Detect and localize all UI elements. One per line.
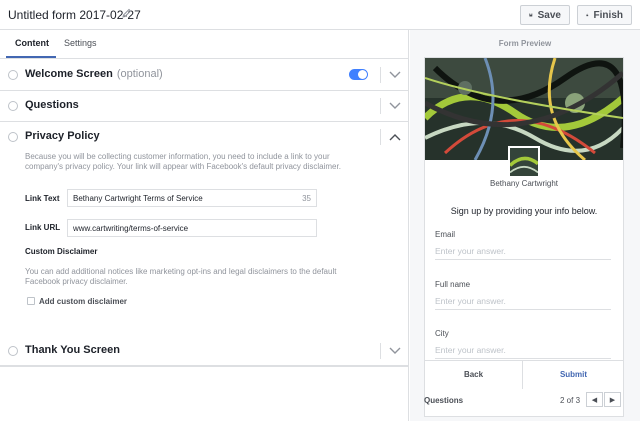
preview-title: Form Preview — [498, 39, 552, 48]
active-tab-indicator — [6, 56, 56, 58]
preview-footer: Back Submit — [425, 360, 623, 389]
link-url-value: www.cartwriting/terms-of-service — [73, 224, 189, 233]
question-label: City — [435, 329, 449, 338]
link-url-input[interactable]: www.cartwriting/terms-of-service — [67, 219, 317, 237]
save-icon — [529, 13, 533, 17]
tab-content[interactable]: Content — [15, 38, 49, 48]
section-divider — [380, 98, 381, 114]
preview-pane: Form Preview Bethany Cartwright Sign up … — [410, 30, 640, 421]
page-name: Bethany Cartwright — [489, 179, 559, 188]
page-avatar — [508, 146, 540, 178]
link-text-value: Bethany Cartwright Terms of Service — [73, 194, 203, 203]
submit-button[interactable]: Submit — [524, 361, 623, 389]
custom-disclaimer-checkbox[interactable] — [27, 297, 35, 305]
cover-image — [425, 58, 623, 160]
question-input[interactable]: Enter your answer. — [435, 341, 611, 359]
pencil-icon[interactable] — [122, 8, 132, 18]
char-count: 35 — [302, 194, 311, 203]
question-input[interactable]: Enter your answer. — [435, 242, 611, 260]
form-title[interactable]: Untitled form 2017-02-27 — [8, 8, 141, 22]
next-button[interactable]: ▶ — [604, 392, 621, 407]
custom-disclaimer-description: You can add additional notices like mark… — [25, 267, 337, 286]
question-input[interactable]: Enter your answer. — [435, 292, 611, 310]
optional-label: (optional) — [116, 68, 163, 80]
form-headline: Sign up by providing your info below. — [450, 206, 598, 216]
preview-card: Bethany Cartwright Sign up by providing … — [424, 57, 624, 417]
section-questions[interactable]: Questions — [0, 91, 409, 122]
thankyou-radio[interactable] — [8, 346, 18, 356]
back-button[interactable]: Back — [425, 361, 523, 389]
section-divider — [380, 129, 381, 145]
welcome-title: Welcome Screen (optional) — [25, 68, 163, 80]
preview-nav-label: Questions — [424, 396, 464, 405]
privacy-title: Privacy Policy — [25, 130, 100, 142]
welcome-radio[interactable] — [8, 70, 18, 80]
link-url-label: Link URL — [25, 223, 61, 232]
save-label: Save — [537, 9, 561, 21]
save-button[interactable]: Save — [520, 5, 570, 25]
welcome-toggle[interactable] — [349, 69, 368, 80]
chevron-down-icon[interactable] — [389, 102, 401, 110]
questions-title: Questions — [25, 99, 79, 111]
chevron-down-icon[interactable] — [389, 347, 401, 355]
custom-disclaimer-checkbox-label[interactable]: Add custom disclaimer — [39, 297, 127, 306]
link-text-label: Link Text — [25, 194, 60, 203]
editor-pane: Content Settings Welcome Screen (optional… — [0, 30, 409, 421]
custom-disclaimer-title: Custom Disclaimer — [25, 247, 98, 256]
top-bar: Untitled form 2017-02-27 Save Finish — [0, 0, 640, 30]
lock-icon — [586, 13, 589, 17]
prev-arrow-icon: ◀ — [591, 396, 598, 404]
preview-page-count: 2 of 3 — [560, 396, 581, 405]
privacy-radio[interactable] — [8, 132, 18, 142]
chevron-down-icon[interactable] — [389, 71, 401, 79]
tab-settings[interactable]: Settings — [64, 38, 97, 48]
finish-button[interactable]: Finish — [577, 5, 632, 25]
section-divider — [380, 343, 381, 359]
section-divider — [380, 67, 381, 83]
questions-radio[interactable] — [8, 101, 18, 111]
privacy-description: Because you will be collecting customer … — [25, 152, 341, 171]
prev-button[interactable]: ◀ — [586, 392, 603, 407]
thankyou-title: Thank You Screen — [25, 344, 120, 356]
question-label: Email — [435, 230, 456, 239]
chevron-up-icon[interactable] — [389, 133, 401, 141]
finish-label: Finish — [593, 9, 623, 21]
question-label: Full name — [435, 280, 471, 289]
section-welcome-screen[interactable]: Welcome Screen (optional) — [0, 60, 409, 91]
next-arrow-icon: ▶ — [609, 396, 616, 404]
tab-bar: Content Settings — [0, 30, 409, 59]
toggle-knob — [358, 70, 367, 79]
section-thank-you-screen[interactable]: Thank You Screen — [0, 336, 409, 367]
link-text-input[interactable]: Bethany Cartwright Terms of Service 35 — [67, 189, 317, 207]
